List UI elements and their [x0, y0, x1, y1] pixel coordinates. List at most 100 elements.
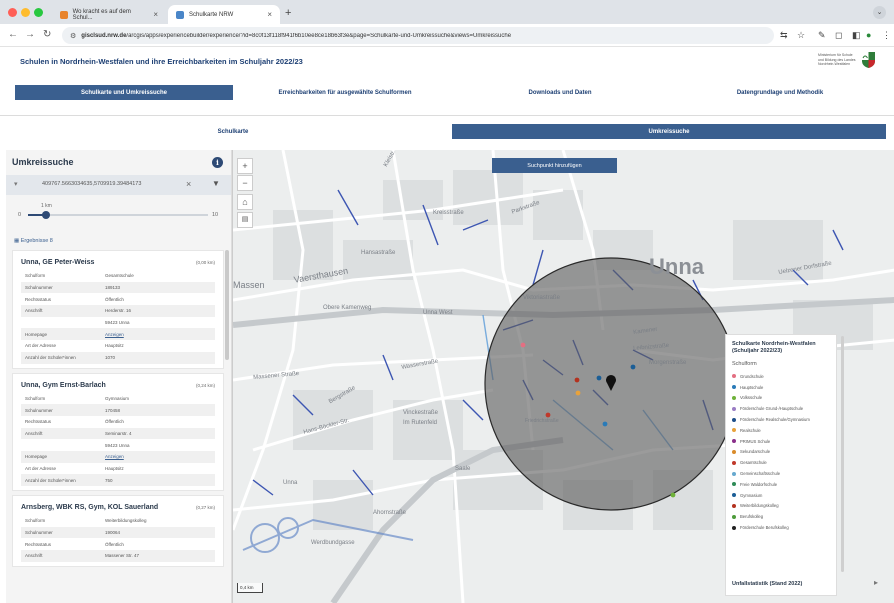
bookmark-star-icon[interactable]: ☆: [797, 30, 805, 40]
legend-label: Realschule: [740, 427, 761, 433]
nav-datengrundlage-methodik[interactable]: Datengrundlage und Methodik: [680, 85, 880, 100]
school-marker[interactable]: [630, 364, 636, 370]
close-window-button[interactable]: [8, 8, 17, 17]
legend-swatch-icon: [732, 460, 736, 465]
address-bar[interactable]: ⚙ gisclsud.nrw.de/arcgis/apps/experience…: [62, 27, 774, 44]
attribute-row: Schulform Gesamtschule: [21, 270, 215, 282]
browser-tab-bar: Wo kracht es auf dem Schul... × Schulkar…: [0, 0, 894, 24]
zoom-out-button[interactable]: −: [237, 175, 253, 191]
street-label: Morgenstraße: [649, 360, 687, 366]
attribute-value: 59423 Unna: [105, 320, 130, 326]
browser-tab-1[interactable]: Wo kracht es auf dem Schul... ×: [52, 5, 166, 24]
forward-icon[interactable]: →: [25, 29, 35, 41]
school-distance: (0,27 km): [195, 505, 215, 510]
attribute-key: Homepage: [25, 331, 48, 337]
translate-icon[interactable]: ⇆: [780, 30, 788, 40]
attribute-value: Herderstr. 16: [105, 308, 132, 314]
street-label: Werdbundgasse: [311, 540, 355, 546]
attribute-row: Schulform Gymnasium: [21, 393, 215, 405]
results-scrollbar[interactable]: [225, 250, 229, 360]
chevron-down-icon[interactable]: ▾: [14, 180, 18, 188]
homepage-link[interactable]: Anzeigen: [105, 454, 124, 459]
school-marker[interactable]: [670, 492, 676, 498]
maximize-window-button[interactable]: [34, 8, 43, 17]
street-label: Im Rutenfeld: [403, 420, 438, 426]
close-tab-icon[interactable]: ×: [267, 10, 272, 19]
legend-item: Weiterbildungskolleg: [732, 501, 830, 512]
home-icon[interactable]: ⌂: [237, 194, 253, 210]
attribute-value: Hauptsitz: [105, 343, 124, 349]
result-card[interactable]: Unna, GE Peter-Weiss (0,00 km) Schulform Ge…: [12, 250, 224, 369]
tab-umkreissuche[interactable]: Umkreissuche: [452, 124, 886, 139]
attribute-key: Anschrift: [25, 430, 43, 436]
tab-title: Wo kracht es auf dem Schul...: [72, 8, 131, 21]
legend-label: Förderschule Berufskolleg: [740, 525, 789, 531]
school-marker[interactable]: [596, 375, 602, 381]
umkreissuche-panel: Umkreissuche i ▾ 409767.5663034635,57099…: [6, 150, 232, 603]
tab-search-icon[interactable]: ⌄: [873, 6, 886, 19]
add-search-point-button[interactable]: Suchpunkt hinzufügen: [492, 158, 617, 173]
zoom-in-button[interactable]: +: [237, 158, 253, 174]
nrw-coat-of-arms-icon: [862, 52, 875, 68]
attribute-value: 750: [105, 477, 113, 483]
school-distance: (0,24 km): [195, 382, 215, 388]
legend-swatch-icon: [732, 471, 736, 476]
legend-label: Gymnasium: [740, 492, 763, 498]
legend-item: PRIMUS Schule: [732, 436, 830, 447]
school-name[interactable]: Arnsberg, WBK RS, Gym, KOL Sauerland: [21, 504, 158, 511]
close-tab-icon[interactable]: ×: [153, 10, 158, 19]
attribute-row: Schulnummer 170458: [21, 404, 215, 416]
result-card[interactable]: Unna, Gym Ernst-Barlach (0,24 km) Schulfor…: [12, 372, 224, 491]
profile-icon[interactable]: ●: [866, 30, 871, 40]
legend-swatch-icon: [732, 395, 736, 400]
attribute-value: Gymnasium: [105, 395, 130, 401]
extensions-icon[interactable]: ◻: [835, 30, 842, 40]
filter-icon[interactable]: ▼: [212, 179, 220, 188]
radius-slider[interactable]: [28, 211, 208, 219]
panel-title: Umkreissuche: [12, 157, 74, 167]
back-icon[interactable]: ←: [8, 29, 18, 41]
school-name[interactable]: Unna, GE Peter-Weiss: [21, 259, 94, 266]
school-marker[interactable]: [574, 377, 580, 383]
search-location-input[interactable]: 409767.5663034635,5709919.39484173: [42, 181, 182, 187]
clear-icon[interactable]: ×: [186, 179, 191, 189]
basemap-icon[interactable]: ▤: [237, 212, 253, 228]
result-card[interactable]: Arnsberg, WBK RS, Gym, KOL Sauerland (0,2…: [12, 495, 224, 567]
nav-schulkarte-umkreissuche[interactable]: Schulkarte und Umkreissuche: [15, 85, 233, 100]
map-city-label: Unna: [649, 254, 704, 279]
attribute-value: Öffentlich: [105, 419, 124, 425]
pen-icon[interactable]: ✎: [818, 30, 826, 40]
attribute-row: Schulform Weiterbildungskolleg: [21, 515, 215, 527]
legend-label: Sekundarschule: [740, 449, 771, 455]
attribute-key: Art der Adresse: [25, 343, 57, 349]
school-marker[interactable]: [545, 412, 551, 418]
browser-tab-2[interactable]: Schulkarte NRW ×: [168, 5, 280, 24]
radius-slider-handle[interactable]: [42, 211, 50, 219]
map-view[interactable]: Unna Kleistr. Kreisstraße Hansastraße Parks…: [232, 150, 894, 603]
new-tab-icon[interactable]: +: [285, 7, 291, 19]
list-icon: ▦: [14, 238, 21, 244]
info-icon[interactable]: i: [212, 157, 223, 168]
tab-schulkarte[interactable]: Schulkarte: [15, 124, 451, 139]
school-marker[interactable]: [575, 390, 581, 396]
school-marker[interactable]: [520, 342, 526, 348]
reload-icon[interactable]: ↻: [43, 29, 51, 41]
sidepanel-icon[interactable]: ◧: [852, 30, 861, 40]
expand-icon[interactable]: ▸: [874, 578, 886, 590]
attribute-row: Anzahl der Schüler*innen 750: [21, 474, 215, 486]
school-name[interactable]: Unna, Gym Ernst-Barlach: [21, 382, 106, 389]
site-info-icon[interactable]: ⚙: [70, 32, 76, 40]
nav-erreichbarkeiten[interactable]: Erreichbarkeiten für ausgewählte Schulfo…: [240, 85, 450, 100]
menu-icon[interactable]: ⋮: [882, 30, 891, 40]
homepage-link[interactable]: Anzeigen: [105, 332, 124, 337]
minimize-window-button[interactable]: [21, 8, 30, 17]
legend-scrollbar[interactable]: [841, 336, 844, 572]
radius-slider-label: 1 km: [41, 203, 52, 209]
school-marker[interactable]: [602, 421, 608, 427]
attribute-value: 1070: [105, 355, 116, 361]
attribute-key: Schulform: [25, 518, 46, 524]
url-path: /arcgis/apps/experiencebuilder/experienc…: [126, 32, 512, 39]
nav-downloads-daten[interactable]: Downloads und Daten: [460, 85, 660, 100]
street-label: Saale: [455, 466, 471, 472]
result-card-header: Arnsberg, WBK RS, Gym, KOL Sauerland (0,2…: [21, 504, 215, 511]
